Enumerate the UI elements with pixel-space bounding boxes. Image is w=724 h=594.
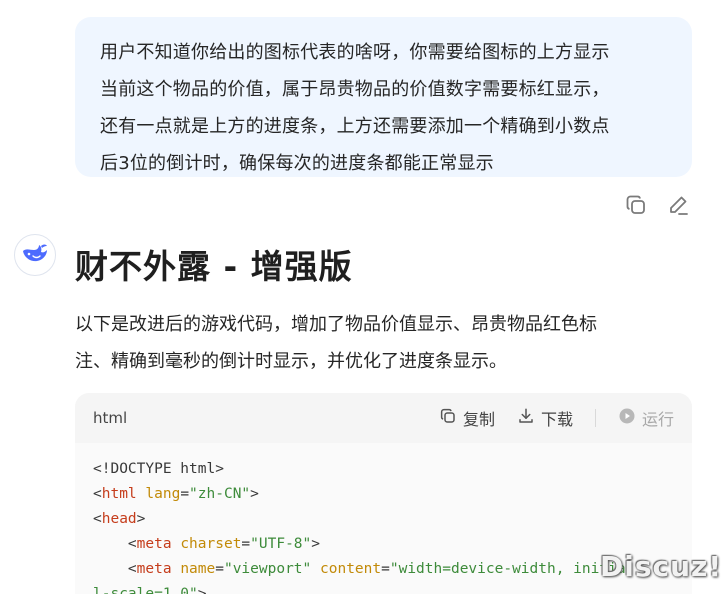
- copy-icon[interactable]: [624, 193, 648, 217]
- code-block-header: html 复制 下载 运行: [75, 393, 692, 443]
- code-token: =: [241, 536, 251, 552]
- code-token: >: [250, 486, 259, 502]
- code-token: html: [101, 486, 137, 502]
- user-message-bubble: 用户不知道你给出的图标代表的啥呀，你需要给图标的上方显示 当前这个物品的价值，属…: [75, 17, 692, 177]
- download-icon: [517, 407, 535, 429]
- code-token: =: [215, 561, 224, 577]
- code-token: "viewport": [223, 561, 312, 577]
- code-token: =: [381, 561, 390, 577]
- code-token: <: [93, 536, 137, 552]
- copy-code-label: 复制: [462, 410, 495, 429]
- response-description: 以下是改进后的游戏代码，增加了物品价值显示、昂贵物品红色标 注、精确到毫秒的倒计…: [75, 306, 685, 380]
- description-line: 以下是改进后的游戏代码，增加了物品价值显示、昂贵物品红色标: [75, 314, 597, 335]
- code-token: <: [93, 561, 137, 577]
- code-token: "UTF-8": [250, 536, 312, 552]
- code-token: meta: [136, 561, 172, 577]
- code-token: <: [93, 486, 102, 502]
- copy-code-button[interactable]: 复制: [439, 406, 495, 430]
- code-token: charset: [180, 536, 242, 552]
- code-token: content: [320, 561, 382, 577]
- code-line: <meta charset="UTF-8">: [93, 532, 674, 557]
- code-token: <!DOCTYPE html>: [93, 461, 224, 477]
- code-token: name: [180, 561, 216, 577]
- code-line: <html lang="zh-CN">: [93, 482, 674, 507]
- assistant-avatar: [14, 234, 56, 276]
- edit-icon[interactable]: [666, 193, 690, 217]
- code-token: lang: [145, 486, 181, 502]
- code-line: <head>: [93, 507, 674, 532]
- code-language-label: html: [93, 409, 128, 427]
- user-message-line: 当前这个物品的价值，属于昂贵物品的价值数字需要标红显示，: [100, 79, 610, 100]
- code-token: head: [101, 511, 137, 527]
- description-line: 注、精确到毫秒的倒计时显示，并优化了进度条显示。: [75, 351, 507, 372]
- user-message-line: 还有一点就是上方的进度条，上方还需要添加一个精确到小数点: [100, 116, 610, 137]
- code-token: l-scale=1.0": [93, 586, 198, 594]
- download-code-button[interactable]: 下载: [517, 406, 573, 430]
- response-title: 财不外露 - 增强版: [75, 247, 353, 286]
- run-code-label: 运行: [641, 410, 674, 429]
- code-token: =: [180, 486, 190, 502]
- run-code-button[interactable]: 运行: [618, 406, 674, 430]
- user-message-line: 用户不知道你给出的图标代表的啥呀，你需要给图标的上方显示: [100, 42, 610, 63]
- code-token: >: [136, 511, 146, 527]
- copy-icon: [439, 407, 457, 429]
- discuz-watermark: Discuz!: [600, 550, 723, 583]
- play-icon: [618, 407, 636, 429]
- code-token: <: [93, 511, 102, 527]
- code-line: l-scale=1.0">: [93, 582, 674, 594]
- code-line: <!DOCTYPE html>: [93, 457, 674, 482]
- code-line: <meta name="viewport" content="width=dev…: [93, 557, 674, 582]
- whale-logo-icon: [21, 242, 49, 268]
- header-divider: [594, 409, 596, 427]
- code-token: meta: [136, 536, 172, 552]
- message-actions: [624, 193, 690, 217]
- code-token: >: [311, 536, 320, 552]
- code-token: "width=device-width, initia: [389, 561, 626, 577]
- code-token: "zh-CN": [189, 486, 251, 502]
- download-code-label: 下载: [540, 410, 573, 429]
- code-token: >: [197, 586, 207, 594]
- user-message-line: 后3位的倒计时，确保每次的进度条都能正常显示: [100, 153, 494, 174]
